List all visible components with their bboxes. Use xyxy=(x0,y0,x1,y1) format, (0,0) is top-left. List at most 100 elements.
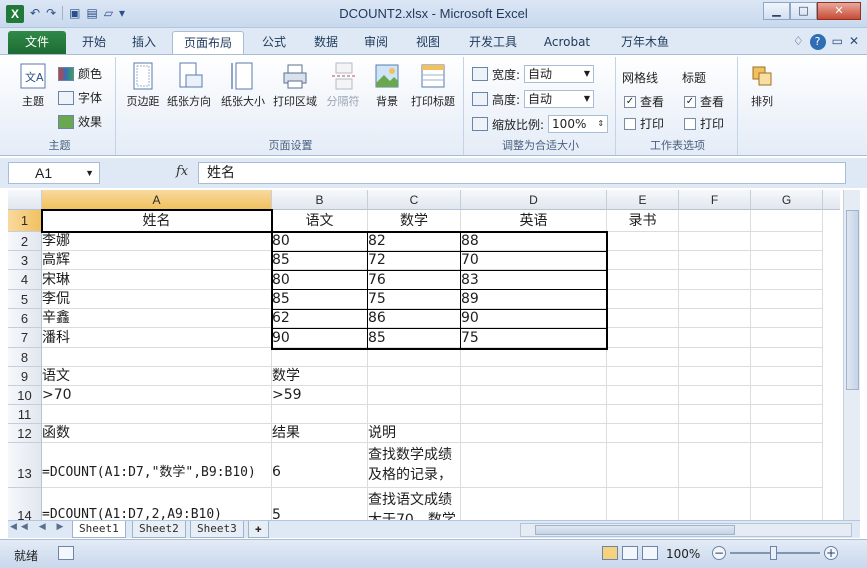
column-header-f[interactable]: F xyxy=(679,190,751,210)
cell-d3[interactable]: 70 xyxy=(461,251,607,270)
close-button[interactable]: ✕ xyxy=(817,2,861,20)
cell-f6[interactable] xyxy=(679,309,751,328)
cell-a2[interactable]: 李娜 xyxy=(42,232,272,251)
insert-sheet-icon[interactable]: ✚ xyxy=(248,521,269,538)
cell-f5[interactable] xyxy=(679,290,751,309)
cell-e6[interactable] xyxy=(607,309,679,328)
cell-e2[interactable] xyxy=(607,232,679,251)
theme-colors-button[interactable]: 颜色 xyxy=(58,65,102,82)
page-break-view-icon[interactable] xyxy=(642,546,658,560)
row-header[interactable]: 6 xyxy=(8,309,42,328)
tab-wannianmuyu[interactable]: 万年木鱼 xyxy=(612,31,678,54)
row-header[interactable]: 12 xyxy=(8,424,42,443)
tab-page-layout[interactable]: 页面布局 xyxy=(172,31,244,54)
cell-f2[interactable] xyxy=(679,232,751,251)
cell-c2[interactable]: 82 xyxy=(368,232,461,251)
cell-f8[interactable] xyxy=(679,348,751,367)
row-header[interactable]: 2 xyxy=(8,232,42,251)
cell-b3[interactable]: 85 xyxy=(272,251,368,270)
cell-d6[interactable]: 90 xyxy=(461,309,607,328)
cell-g8[interactable] xyxy=(751,348,823,367)
cell-a10[interactable]: >70 xyxy=(42,386,272,405)
cell-e3[interactable] xyxy=(607,251,679,270)
row-header[interactable]: 1 xyxy=(8,210,42,232)
cell-d7[interactable]: 75 xyxy=(461,328,607,348)
cell-d9[interactable] xyxy=(461,367,607,386)
cell-f7[interactable] xyxy=(679,328,751,348)
cell-a9[interactable]: 语文 xyxy=(42,367,272,386)
cell-d4[interactable]: 83 xyxy=(461,270,607,290)
themes-button[interactable]: 文A 主题 xyxy=(8,61,58,109)
cell-g10[interactable] xyxy=(751,386,823,405)
minimize-ribbon-icon[interactable]: ♢ xyxy=(793,34,804,50)
cell-e11[interactable] xyxy=(607,405,679,424)
theme-effects-button[interactable]: 效果 xyxy=(58,113,102,130)
column-header-e[interactable]: E xyxy=(607,190,679,210)
cell-c7[interactable]: 85 xyxy=(368,328,461,348)
arrange-button[interactable]: 排列 xyxy=(737,61,787,109)
cell-g13[interactable] xyxy=(751,443,823,488)
row-header[interactable]: 3 xyxy=(8,251,42,270)
cell-b7[interactable]: 90 xyxy=(272,328,368,348)
row-header[interactable]: 9 xyxy=(8,367,42,386)
vertical-scrollbar[interactable] xyxy=(843,190,860,520)
cell-d14[interactable] xyxy=(461,488,607,520)
cell-g4[interactable] xyxy=(751,270,823,290)
row-header[interactable]: 8 xyxy=(8,348,42,367)
tab-data[interactable]: 数据 xyxy=(304,31,348,54)
cell-g6[interactable] xyxy=(751,309,823,328)
cell-c8[interactable] xyxy=(368,348,461,367)
cell-c6[interactable]: 86 xyxy=(368,309,461,328)
cell-a11[interactable] xyxy=(42,405,272,424)
tab-insert[interactable]: 插入 xyxy=(122,31,166,54)
row-header[interactable]: 13 xyxy=(8,443,42,488)
cell-a6[interactable]: 辛鑫 xyxy=(42,309,272,328)
background-button[interactable]: 背景 xyxy=(362,61,412,109)
cell-e4[interactable] xyxy=(607,270,679,290)
width-dropdown[interactable]: 自动 ▼ xyxy=(524,65,595,83)
cell-c9[interactable] xyxy=(368,367,461,386)
cell-c3[interactable]: 72 xyxy=(368,251,461,270)
cell-f9[interactable] xyxy=(679,367,751,386)
breaks-button[interactable]: 分隔符 xyxy=(318,61,368,109)
cell-a4[interactable]: 宋琳 xyxy=(42,270,272,290)
cell-e12[interactable] xyxy=(607,424,679,443)
cell-b6[interactable]: 62 xyxy=(272,309,368,328)
cell-b13[interactable]: 6 xyxy=(272,443,368,488)
cell-f12[interactable] xyxy=(679,424,751,443)
tab-acrobat[interactable]: Acrobat xyxy=(536,31,598,54)
cell-g12[interactable] xyxy=(751,424,823,443)
headings-print-checkbox[interactable]: 打印 xyxy=(684,115,724,132)
cell-b11[interactable] xyxy=(272,405,368,424)
gridlines-view-checkbox[interactable]: ✓ 查看 xyxy=(624,93,664,110)
cell-c4[interactable]: 76 xyxy=(368,270,461,290)
cell-g2[interactable] xyxy=(751,232,823,251)
horizontal-scroll-thumb[interactable] xyxy=(535,525,735,535)
vertical-scroll-thumb[interactable] xyxy=(846,210,859,390)
cell-e10[interactable] xyxy=(607,386,679,405)
cell-a8[interactable] xyxy=(42,348,272,367)
minimize-button[interactable]: ▁ xyxy=(763,2,790,20)
row-header[interactable]: 10 xyxy=(8,386,42,405)
zoom-level[interactable]: 100% xyxy=(666,547,700,561)
cell-a7[interactable]: 潘科 xyxy=(42,328,272,348)
tab-view[interactable]: 视图 xyxy=(406,31,450,54)
maximize-button[interactable]: □ xyxy=(790,2,817,20)
cell-c5[interactable]: 75 xyxy=(368,290,461,309)
cell-f13[interactable] xyxy=(679,443,751,488)
cell-e14[interactable] xyxy=(607,488,679,520)
cell-f11[interactable] xyxy=(679,405,751,424)
height-dropdown[interactable]: 自动 ▼ xyxy=(524,90,595,108)
cell-e9[interactable] xyxy=(607,367,679,386)
cell-d5[interactable]: 89 xyxy=(461,290,607,309)
cell-e1[interactable]: 录书 xyxy=(607,210,679,232)
cell-d13[interactable] xyxy=(461,443,607,488)
cell-b5[interactable]: 85 xyxy=(272,290,368,309)
tab-review[interactable]: 审阅 xyxy=(354,31,398,54)
column-header-d[interactable]: D xyxy=(461,190,607,210)
row-header[interactable]: 4 xyxy=(8,270,42,290)
cell-b9[interactable]: 数学 xyxy=(272,367,368,386)
cell-b10[interactable]: >59 xyxy=(272,386,368,405)
cell-e8[interactable] xyxy=(607,348,679,367)
tab-developer[interactable]: 开发工具 xyxy=(460,31,526,54)
